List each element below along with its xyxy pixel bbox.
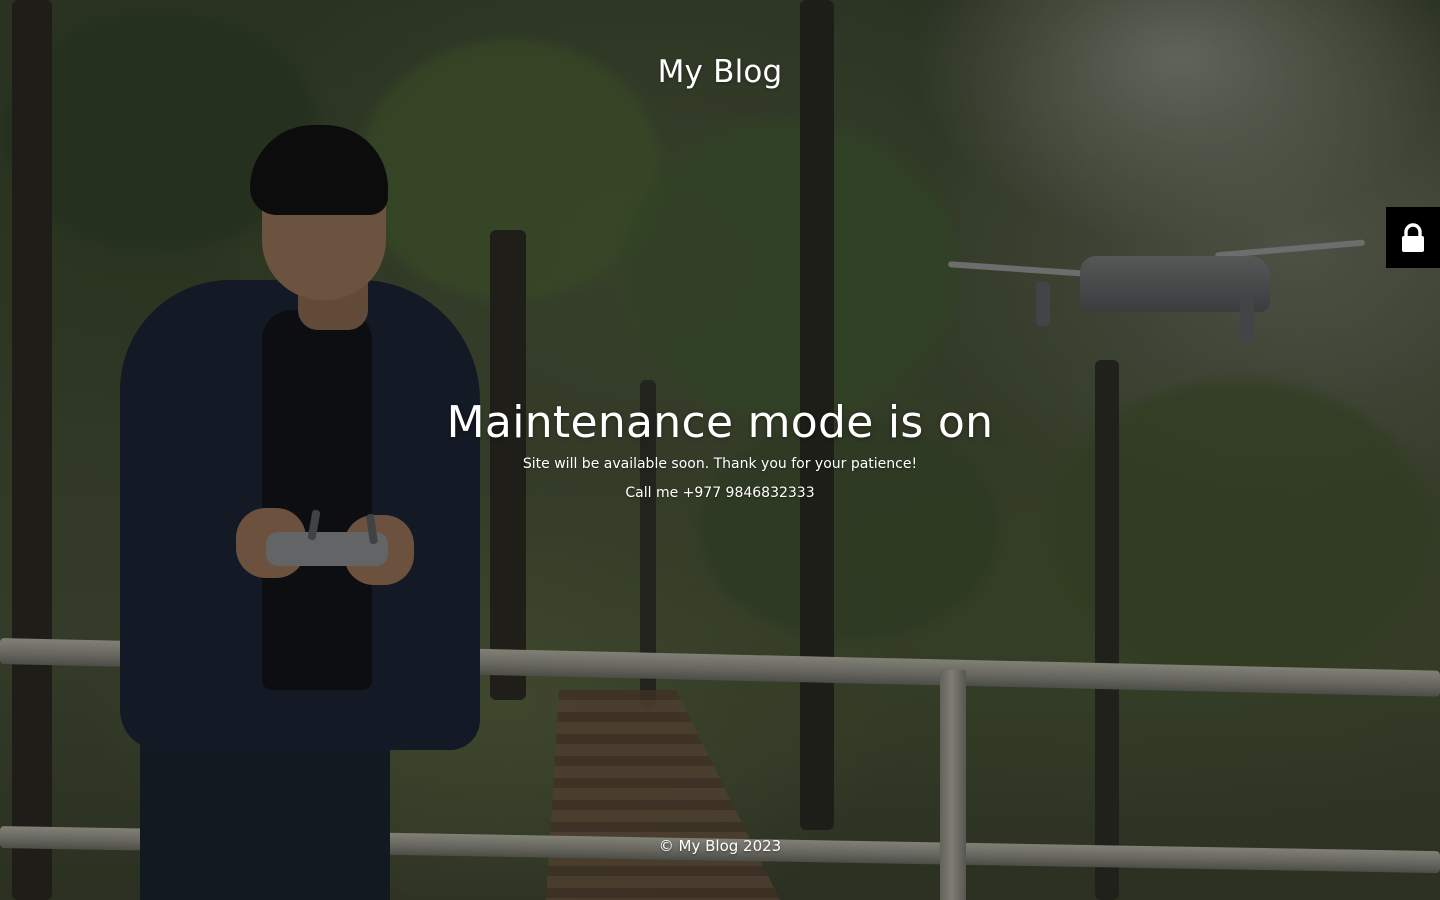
lock-icon [1400, 222, 1426, 253]
contact-text: Call me +977 9846832333 [625, 485, 815, 501]
maintenance-subtext: Site will be available soon. Thank you f… [522, 456, 918, 472]
maintenance-message: Maintenance mode is on Site will be avai… [0, 394, 1440, 503]
maintenance-headline: Maintenance mode is on [446, 397, 994, 448]
login-button[interactable] [1386, 207, 1440, 268]
footer-copyright: © My Blog 2023 [658, 837, 782, 855]
site-title: My Blog [657, 54, 783, 90]
